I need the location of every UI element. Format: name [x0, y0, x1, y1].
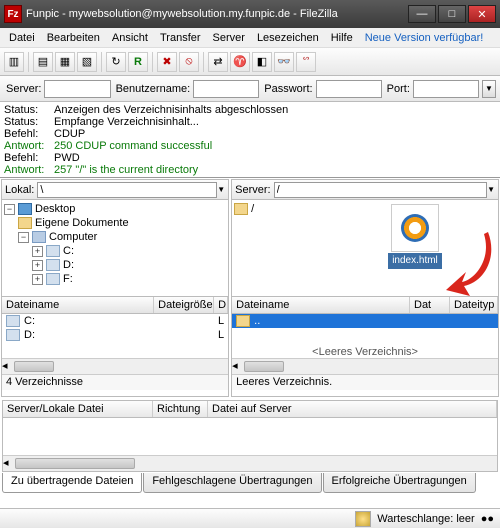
- menu-update-hint[interactable]: Neue Version verfügbar!: [360, 30, 489, 46]
- folder-icon: [18, 217, 32, 229]
- process-queue-button[interactable]: R: [128, 52, 148, 72]
- remote-path-dropdown[interactable]: ▼: [487, 185, 495, 194]
- toggle-tree-button[interactable]: ▦: [55, 52, 75, 72]
- queue-indicator-icon[interactable]: [355, 511, 371, 527]
- remote-pathbar: Server: ▼: [232, 180, 498, 200]
- qc-pass-input[interactable]: [316, 80, 382, 98]
- drag-file-name: index.html: [388, 253, 442, 269]
- drive-icon: [46, 245, 60, 257]
- message-log[interactable]: Status:Anzeigen des Verzeichnisinhalts a…: [0, 102, 500, 178]
- menu-datei[interactable]: Datei: [4, 30, 40, 46]
- drag-file-preview: index.html: [388, 204, 442, 269]
- folder-icon: [234, 203, 248, 215]
- empty-dir-text: <Leeres Verzeichnis>: [232, 346, 498, 358]
- filter-button[interactable]: ♈: [230, 52, 250, 72]
- drive-icon: [6, 329, 20, 341]
- queue-tabs: Zu übertragende Dateien Fehlgeschlagene …: [0, 473, 500, 493]
- computer-icon: [32, 231, 46, 243]
- toolbar: ▥ ▤ ▦ ▧ ↻ R ✖ ⦸ ⇄ ♈ ◧ 👓 ᔥ: [0, 48, 500, 76]
- remote-status: Leeres Verzeichnis.: [232, 374, 498, 390]
- queue-status-text: Warteschlange: leer: [377, 513, 474, 525]
- folder-up-icon: [236, 315, 250, 327]
- local-scrollbar[interactable]: ◂: [2, 358, 228, 374]
- remote-file-list[interactable]: .. <Leeres Verzeichnis>: [232, 314, 498, 358]
- local-path-label: Lokal:: [5, 184, 34, 196]
- expander-icon[interactable]: +: [32, 274, 43, 285]
- refresh-button[interactable]: ↻: [106, 52, 126, 72]
- qc-server-input[interactable]: [44, 80, 110, 98]
- expander-icon[interactable]: −: [18, 232, 29, 243]
- remote-path-label: Server:: [235, 184, 270, 196]
- menu-hilfe[interactable]: Hilfe: [326, 30, 358, 46]
- cancel-button[interactable]: ✖: [157, 52, 177, 72]
- drive-icon: [46, 273, 60, 285]
- reconnect-button[interactable]: ⇄: [208, 52, 228, 72]
- queue-scrollbar[interactable]: ◂: [3, 455, 497, 471]
- qc-pass-label: Passwort:: [264, 83, 312, 95]
- remote-path-input[interactable]: [274, 182, 487, 198]
- status-bullets: ●●: [481, 513, 494, 525]
- search-button[interactable]: ᔥ: [296, 52, 316, 72]
- window-title: Funpic - mywebsolution@mywebsolution.my.…: [26, 8, 406, 20]
- remote-tree[interactable]: / index.html: [232, 200, 498, 296]
- minimize-button[interactable]: —: [408, 5, 436, 23]
- menu-lesezeichen[interactable]: Lesezeichen: [252, 30, 324, 46]
- list-item[interactable]: ..: [232, 314, 498, 328]
- statusbar: Warteschlange: leer ●●: [0, 508, 500, 528]
- queue-header[interactable]: Server/Lokale Datei Richtung Datei auf S…: [2, 400, 498, 418]
- compare-button[interactable]: ◧: [252, 52, 272, 72]
- qc-server-label: Server:: [6, 83, 41, 95]
- expander-icon[interactable]: +: [32, 260, 43, 271]
- maximize-button[interactable]: □: [438, 5, 466, 23]
- expander-icon[interactable]: −: [4, 204, 15, 215]
- local-tree[interactable]: −Desktop Eigene Dokumente −Computer +C: …: [2, 200, 228, 296]
- disconnect-button[interactable]: ⦸: [179, 52, 199, 72]
- local-path-input[interactable]: [37, 182, 217, 198]
- qc-port-input[interactable]: [413, 80, 479, 98]
- menu-transfer[interactable]: Transfer: [155, 30, 206, 46]
- app-icon: Fz: [4, 5, 22, 23]
- qc-user-label: Benutzername:: [116, 83, 191, 95]
- menubar: Datei Bearbeiten Ansicht Transfer Server…: [0, 28, 500, 48]
- sync-browse-button[interactable]: 👓: [274, 52, 294, 72]
- remote-list-header[interactable]: Dateiname Dat Dateityp: [232, 296, 498, 314]
- menu-server[interactable]: Server: [208, 30, 250, 46]
- qc-port-label: Port:: [387, 83, 410, 95]
- remote-scrollbar[interactable]: ◂: [232, 358, 498, 374]
- firefox-thumb-icon: [391, 204, 439, 252]
- toggle-queue-button[interactable]: ▧: [77, 52, 97, 72]
- titlebar: Fz Funpic - mywebsolution@mywebsolution.…: [0, 0, 500, 28]
- expander-icon[interactable]: +: [32, 246, 43, 257]
- queue-body[interactable]: ◂: [2, 418, 498, 472]
- menu-bearbeiten[interactable]: Bearbeiten: [42, 30, 105, 46]
- local-file-list[interactable]: C:L D:L: [2, 314, 228, 358]
- local-status: 4 Verzeichnisse: [2, 374, 228, 390]
- drive-icon: [46, 259, 60, 271]
- menu-ansicht[interactable]: Ansicht: [107, 30, 153, 46]
- close-button[interactable]: ✕: [468, 5, 496, 23]
- qc-user-input[interactable]: [193, 80, 259, 98]
- drag-arrow-icon: [444, 230, 492, 296]
- drive-icon: [6, 315, 20, 327]
- local-pane: Lokal: ▼ −Desktop Eigene Dokumente −Comp…: [1, 179, 229, 397]
- remote-pane: Server: ▼ / index.html Dateiname Dat Dat…: [231, 179, 499, 397]
- local-list-header[interactable]: Dateiname Dateigröße D: [2, 296, 228, 314]
- site-manager-button[interactable]: ▥: [4, 52, 24, 72]
- tab-to-transfer[interactable]: Zu übertragende Dateien: [2, 473, 142, 493]
- tab-failed[interactable]: Fehlgeschlagene Übertragungen: [143, 473, 321, 493]
- toggle-log-button[interactable]: ▤: [33, 52, 53, 72]
- desktop-icon: [18, 203, 32, 215]
- quickconnect-bar: Server: Benutzername: Passwort: Port: ▼: [0, 76, 500, 102]
- qc-dropdown-button[interactable]: ▼: [482, 80, 496, 98]
- tab-successful[interactable]: Erfolgreiche Übertragungen: [323, 473, 476, 493]
- local-pathbar: Lokal: ▼: [2, 180, 228, 200]
- local-path-dropdown[interactable]: ▼: [217, 185, 225, 194]
- window-buttons: — □ ✕: [406, 5, 496, 23]
- panes: Lokal: ▼ −Desktop Eigene Dokumente −Comp…: [0, 178, 500, 398]
